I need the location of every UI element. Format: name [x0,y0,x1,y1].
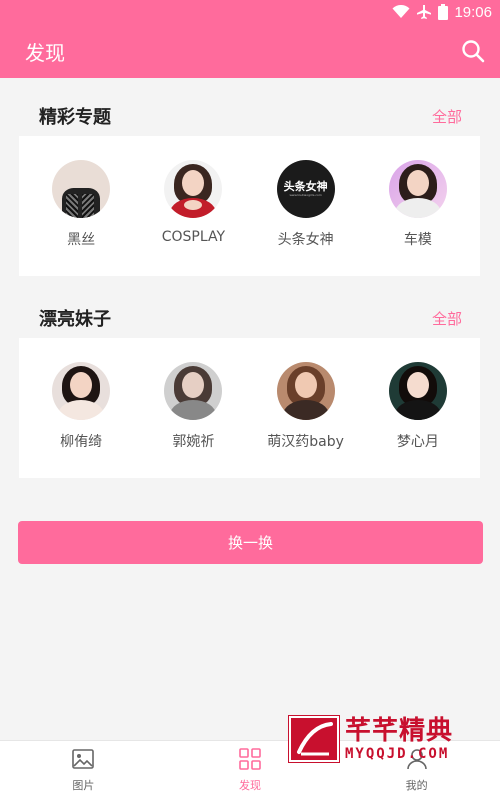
watermark-title: 芊芊精典 [345,716,454,746]
model-label: 梦心月 [396,434,439,450]
grid-icon [238,748,262,774]
avatar [388,160,447,218]
topic-card: 黑丝 COSPLAY 头条女神 www.toutiaogirls.com 头条女… [19,136,480,276]
watermark: 芊芊精典 MYQQJD.COM [288,710,499,768]
status-bar: 19:06 [0,0,500,24]
topic-label: 车模 [403,232,432,248]
topic-label: 黑丝 [67,232,96,248]
section-header-girls: 漂亮妹子 全部 [0,298,500,338]
avatar [52,160,111,218]
battery-icon [438,4,449,20]
model-card: 柳侑绮 郭婉祈 萌汉药baby 梦心月 [19,338,480,478]
clock: 19:06 [454,3,492,21]
watermark-text: 芊芊精典 MYQQJD.COM [345,716,453,762]
nav-item-pictures[interactable]: 图片 [0,741,167,800]
avatar [164,160,223,218]
section-title: 漂亮妹子 [39,309,111,330]
model-item[interactable]: 郭婉祈 [138,362,248,478]
model-item[interactable]: 梦心月 [363,362,473,478]
avatar [52,362,111,420]
search-icon[interactable] [458,36,488,66]
watermark-logo [288,715,340,763]
avatar [388,362,447,420]
avatar [276,362,335,420]
avatar: 头条女神 www.toutiaogirls.com [276,160,335,218]
topic-label: 头条女神 [277,232,334,248]
airplane-icon [416,4,432,20]
page-title: 发现 [25,40,65,65]
see-all-link[interactable]: 全部 [432,308,462,329]
watermark-url: MYQQJD.COM [345,746,450,762]
section-header-featured: 精彩专题 全部 [0,96,500,136]
topic-item[interactable]: 黑丝 [26,160,136,276]
topic-item[interactable]: COSPLAY [138,160,248,276]
model-item[interactable]: 柳侑绮 [26,362,136,478]
topic-item[interactable]: 头条女神 www.toutiaogirls.com 头条女神 [251,160,361,276]
avatar [164,362,223,420]
nav-label: 我的 [405,779,428,792]
app-bar: 发现 [0,24,500,78]
topic-logo-url: www.toutiaogirls.com [289,192,322,197]
shuffle-button[interactable]: 换一换 [18,521,483,564]
topic-logo-text: 头条女神 [283,179,328,193]
image-icon [71,748,95,774]
see-all-link[interactable]: 全部 [432,106,462,127]
nav-label: 图片 [72,779,95,792]
model-item[interactable]: 萌汉药baby [251,362,361,478]
topic-item[interactable]: 车模 [363,160,473,276]
nav-label: 发现 [239,779,261,792]
wifi-icon [392,5,410,19]
model-label: 柳侑绮 [60,434,103,450]
section-title: 精彩专题 [39,107,111,128]
model-label: 萌汉药baby [267,434,344,450]
model-label: 郭婉祈 [172,434,215,450]
topic-label: COSPLAY [161,229,226,245]
